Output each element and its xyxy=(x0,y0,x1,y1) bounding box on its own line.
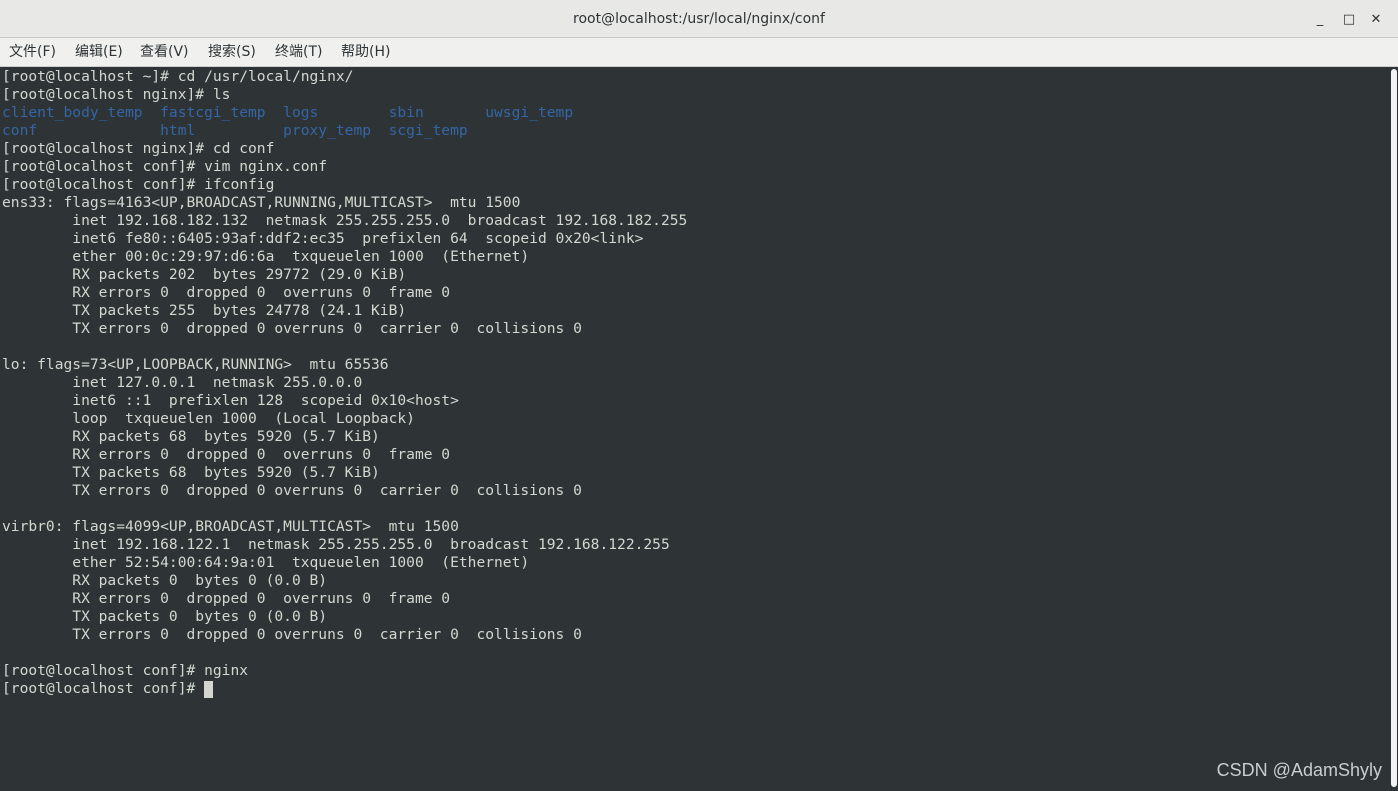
terminal-line: RX packets 202 bytes 29772 (29.0 KiB) xyxy=(2,266,407,283)
minimize-button[interactable]: _ xyxy=(1310,10,1330,30)
menu-view[interactable]: 查看(V) xyxy=(140,38,189,67)
terminal-line: TX errors 0 dropped 0 overruns 0 carrier… xyxy=(2,482,582,499)
terminal-line: [root@localhost ~]# cd /usr/local/nginx/ xyxy=(2,68,354,85)
terminal-line: inet6 fe80::6405:93af:ddf2:ec35 prefixle… xyxy=(2,230,644,247)
terminal-line: ether 00:0c:29:97:d6:6a txqueuelen 1000 … xyxy=(2,248,530,265)
watermark: CSDN @AdamShyly xyxy=(1216,760,1382,780)
scrollbar[interactable] xyxy=(1390,67,1398,791)
terminal-line: loop txqueuelen 1000 (Local Loopback) xyxy=(2,410,415,427)
terminal-line: RX errors 0 dropped 0 overruns 0 frame 0 xyxy=(2,446,451,463)
terminal-line: TX errors 0 dropped 0 overruns 0 carrier… xyxy=(2,626,582,643)
terminal-line: client_body_temp fastcgi_temp logs sbin … xyxy=(2,104,574,121)
terminal-line: [root@localhost nginx]# cd conf xyxy=(2,140,275,157)
terminal-line: RX errors 0 dropped 0 overruns 0 frame 0 xyxy=(2,590,451,607)
terminal-line: RX errors 0 dropped 0 overruns 0 frame 0 xyxy=(2,284,451,301)
menu-edit[interactable]: 编辑(E) xyxy=(75,38,123,67)
terminal-line: TX errors 0 dropped 0 overruns 0 carrier… xyxy=(2,320,582,337)
terminal-line: inet 192.168.122.1 netmask 255.255.255.0… xyxy=(2,536,670,553)
terminal-window: root@localhost:/usr/local/nginx/conf _ □… xyxy=(0,0,1398,791)
menu-bar: 文件(F) 编辑(E) 查看(V) 搜索(S) 终端(T) 帮助(H) xyxy=(0,38,1398,67)
terminal-output[interactable]: [root@localhost ~]# cd /usr/local/nginx/… xyxy=(0,67,1390,791)
terminal-line: [root@localhost conf]# nginx xyxy=(2,662,249,679)
close-button[interactable]: ✕ xyxy=(1366,10,1386,30)
title-bar[interactable]: root@localhost:/usr/local/nginx/conf _ □… xyxy=(0,0,1398,38)
terminal-line: [root@localhost conf]# ifconfig xyxy=(2,176,275,193)
terminal-line: TX packets 0 bytes 0 (0.0 B) xyxy=(2,608,328,625)
menu-terminal[interactable]: 终端(T) xyxy=(275,38,322,67)
window-title: root@localhost:/usr/local/nginx/conf xyxy=(573,11,825,27)
terminal-line: inet 192.168.182.132 netmask 255.255.255… xyxy=(2,212,688,229)
terminal-line: RX packets 0 bytes 0 (0.0 B) xyxy=(2,572,328,589)
terminal-line: conf html proxy_temp scgi_temp xyxy=(2,122,468,139)
terminal-line: TX packets 68 bytes 5920 (5.7 KiB) xyxy=(2,464,380,481)
terminal-line: [root@localhost nginx]# ls xyxy=(2,86,231,103)
terminal-line: [root@localhost conf]# vim nginx.conf xyxy=(2,158,328,175)
menu-help[interactable]: 帮助(H) xyxy=(341,38,390,67)
terminal-line: RX packets 68 bytes 5920 (5.7 KiB) xyxy=(2,428,380,445)
menu-search[interactable]: 搜索(S) xyxy=(208,38,256,67)
scrollbar-thumb[interactable] xyxy=(1391,69,1397,787)
text-cursor xyxy=(204,681,214,698)
terminal-line: inet 127.0.0.1 netmask 255.0.0.0 xyxy=(2,374,363,391)
terminal-line: [root@localhost conf]# xyxy=(2,680,214,698)
terminal-line: inet6 ::1 prefixlen 128 scopeid 0x10<hos… xyxy=(2,392,459,409)
menu-file[interactable]: 文件(F) xyxy=(9,38,56,67)
terminal-line: ens33: flags=4163<UP,BROADCAST,RUNNING,M… xyxy=(2,194,521,211)
terminal-line: TX packets 255 bytes 24778 (24.1 KiB) xyxy=(2,302,407,319)
terminal-line: ether 52:54:00:64:9a:01 txqueuelen 1000 … xyxy=(2,554,530,571)
terminal-line: virbr0: flags=4099<UP,BROADCAST,MULTICAS… xyxy=(2,518,459,535)
terminal-line: lo: flags=73<UP,LOOPBACK,RUNNING> mtu 65… xyxy=(2,356,389,373)
maximize-button[interactable]: □ xyxy=(1339,10,1359,30)
